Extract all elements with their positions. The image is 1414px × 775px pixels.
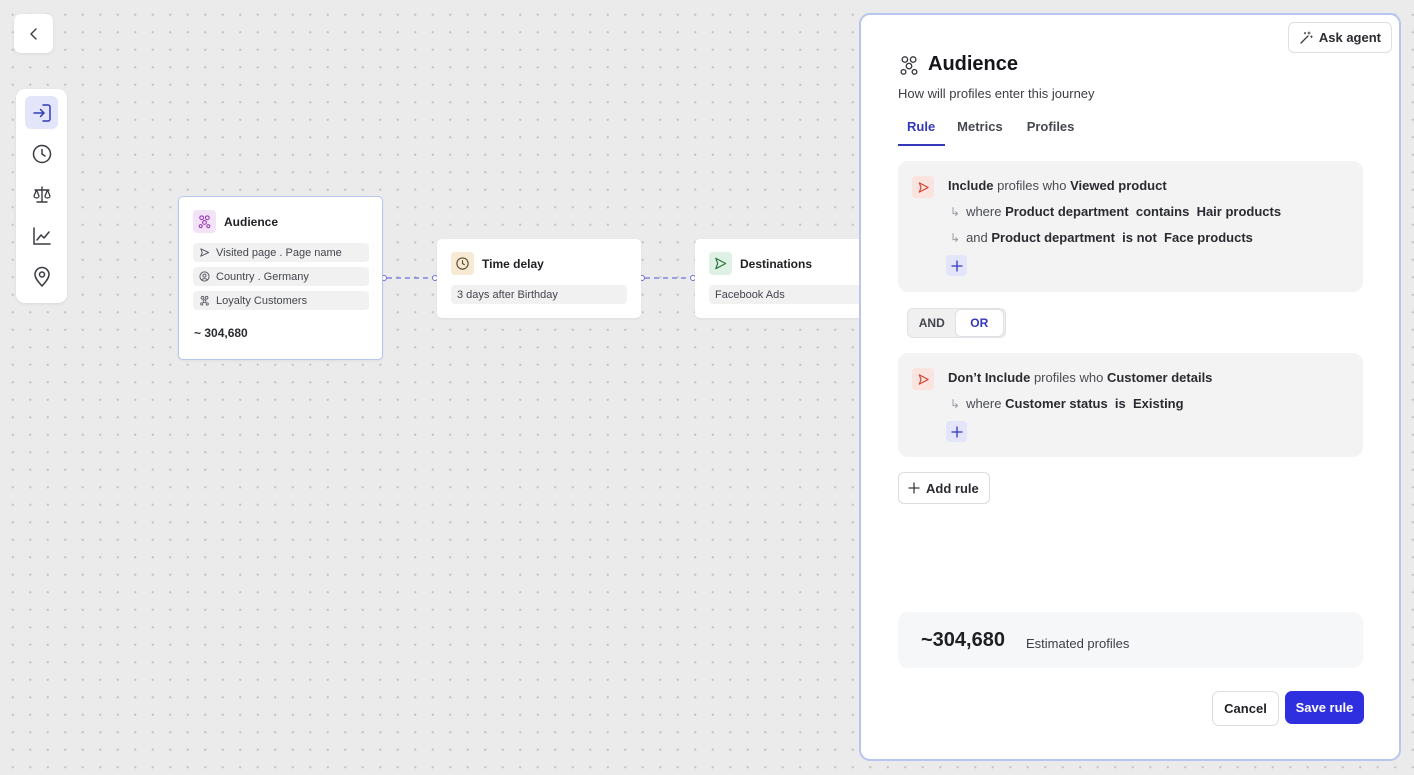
audience-icon <box>900 55 918 75</box>
time-delay-node-title: Time delay <box>482 256 544 271</box>
corner-arrow-icon: ↳ <box>950 204 961 219</box>
tool-split[interactable] <box>25 178 58 211</box>
cancel-button[interactable]: Cancel <box>1212 691 1279 726</box>
audience-node-count: ~ 304,680 <box>194 326 248 340</box>
audience-node[interactable]: Audience Visited page . Page name Countr… <box>178 196 383 360</box>
ask-agent-button[interactable]: Ask agent <box>1287 22 1392 53</box>
rule-card: Include profiles who Viewed product ↳ wh… <box>898 161 1363 292</box>
rule-condition[interactable]: ↳ where Customer status is Existing <box>950 396 1184 411</box>
audience-chip: Country . Germany <box>193 267 369 286</box>
rule-card: Don’t Include profiles who Customer deta… <box>898 353 1363 457</box>
panel-title: Audience <box>898 53 1018 76</box>
send-icon <box>200 248 210 257</box>
connector-audience-delay <box>381 275 438 281</box>
add-condition-button[interactable] <box>946 255 967 276</box>
logic-and-option[interactable]: AND <box>908 310 956 336</box>
corner-arrow-icon: ↳ <box>950 396 961 411</box>
corner-arrow-icon: ↳ <box>950 230 961 245</box>
audience-chip: Loyalty Customers <box>193 291 369 310</box>
tab-metrics[interactable]: Metrics <box>945 119 1013 146</box>
time-delay-node[interactable]: Time delay 3 days after Birthday <box>437 239 641 318</box>
tool-palette <box>16 89 67 303</box>
rule-summary: Don’t Include profiles who Customer deta… <box>948 370 1213 385</box>
connector-delay-destinations <box>639 275 696 281</box>
audience-icon <box>193 210 216 233</box>
clock-icon <box>32 144 51 163</box>
panel-subtitle: How will profiles enter this journey <box>898 86 1095 101</box>
send-icon <box>912 368 934 390</box>
plus-icon <box>950 425 963 438</box>
send-icon <box>912 176 934 198</box>
add-rule-button[interactable]: Add rule <box>898 472 990 504</box>
chevron-left-icon <box>29 27 37 40</box>
enter-icon <box>32 103 51 122</box>
rule-condition[interactable]: ↳ where Product department contains Hair… <box>950 204 1281 219</box>
time-delay-chip: 3 days after Birthday <box>451 285 627 304</box>
chart-icon <box>32 226 51 245</box>
scale-icon <box>32 185 51 203</box>
tab-rule[interactable]: Rule <box>898 119 946 146</box>
tab-profiles[interactable]: Profiles <box>1013 119 1085 146</box>
logic-toggle: AND OR <box>907 308 1006 338</box>
estimate-box: ~304,680 Estimated profiles <box>898 612 1363 668</box>
add-condition-button[interactable] <box>946 421 967 442</box>
magic-wand-icon <box>1300 31 1313 44</box>
save-rule-button[interactable]: Save rule <box>1285 691 1364 724</box>
location-pin-icon <box>33 266 50 287</box>
plus-icon <box>908 482 920 494</box>
panel-tabs: Rule Metrics Profiles <box>898 119 1084 146</box>
audience-icon <box>200 295 209 306</box>
estimated-count: ~304,680 <box>921 629 1005 651</box>
estimated-label: Estimated profiles <box>1026 636 1130 651</box>
audience-panel: Ask agent Audience How will profiles ent… <box>859 13 1401 761</box>
back-button[interactable] <box>14 14 53 53</box>
logic-or-option[interactable]: OR <box>955 310 1003 336</box>
plus-icon <box>950 259 963 272</box>
rule-summary: Include profiles who Viewed product <box>948 178 1167 193</box>
tool-entry[interactable] <box>25 96 58 129</box>
audience-chip: Visited page . Page name <box>193 243 369 262</box>
destinations-node-title: Destinations <box>740 256 813 271</box>
user-circle-icon <box>199 271 210 282</box>
audience-node-title: Audience <box>224 214 279 229</box>
clock-icon <box>451 252 474 275</box>
tool-metrics[interactable] <box>25 219 58 252</box>
tool-location[interactable] <box>25 260 58 293</box>
send-icon <box>709 252 732 275</box>
rule-condition[interactable]: ↳ and Product department is not Face pro… <box>950 230 1253 245</box>
tool-time-delay[interactable] <box>25 137 58 170</box>
